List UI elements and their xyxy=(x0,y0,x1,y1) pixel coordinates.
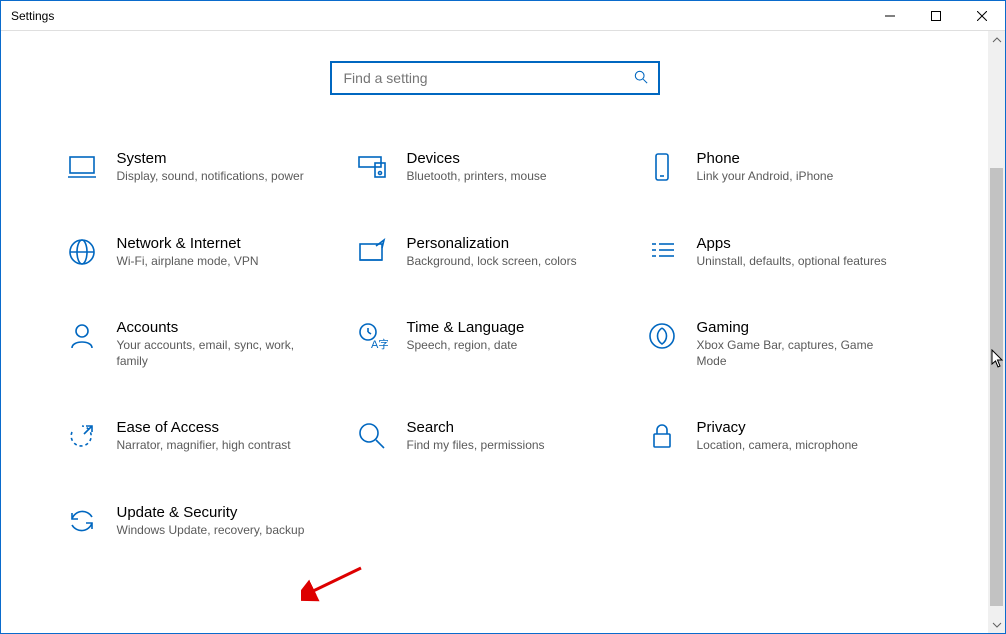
category-desc: Windows Update, recovery, backup xyxy=(117,523,305,539)
scroll-down-button[interactable] xyxy=(988,616,1005,633)
window-buttons xyxy=(867,1,1005,30)
category-title: Search xyxy=(407,419,545,436)
category-desc: Find my files, permissions xyxy=(407,438,545,454)
category-title: Privacy xyxy=(697,419,858,436)
category-desc: Display, sound, notifications, power xyxy=(117,169,304,185)
category-apps[interactable]: Apps Uninstall, defaults, optional featu… xyxy=(645,235,925,270)
category-title: Devices xyxy=(407,150,547,167)
category-devices[interactable]: Devices Bluetooth, printers, mouse xyxy=(355,150,635,185)
category-desc: Location, camera, microphone xyxy=(697,438,858,454)
category-title: System xyxy=(117,150,304,167)
personalization-icon xyxy=(355,235,389,269)
category-title: Network & Internet xyxy=(117,235,259,252)
category-desc: Bluetooth, printers, mouse xyxy=(407,169,547,185)
scroll-track[interactable] xyxy=(988,48,1005,616)
category-desc: Link your Android, iPhone xyxy=(697,169,834,185)
system-icon xyxy=(65,150,99,184)
minimize-button[interactable] xyxy=(867,1,913,30)
category-search[interactable]: Search Find my files, permissions xyxy=(355,419,635,454)
category-desc: Wi-Fi, airplane mode, VPN xyxy=(117,254,259,270)
window-title: Settings xyxy=(1,9,54,23)
accounts-icon xyxy=(65,319,99,353)
category-privacy[interactable]: Privacy Location, camera, microphone xyxy=(645,419,925,454)
category-title: Time & Language xyxy=(407,319,525,336)
update-icon xyxy=(65,504,99,538)
category-title: Apps xyxy=(697,235,887,252)
category-network[interactable]: Network & Internet Wi-Fi, airplane mode,… xyxy=(65,235,345,270)
devices-icon xyxy=(355,150,389,184)
category-gaming[interactable]: Gaming Xbox Game Bar, captures, Game Mod… xyxy=(645,319,925,369)
scroll-thumb[interactable] xyxy=(990,168,1003,606)
category-desc: Your accounts, email, sync, work, family xyxy=(117,338,317,369)
search-input[interactable] xyxy=(342,69,634,87)
lock-icon xyxy=(645,419,679,453)
scroll-up-button[interactable] xyxy=(988,31,1005,48)
category-title: Accounts xyxy=(117,319,317,336)
search-icon xyxy=(634,70,648,87)
category-title: Personalization xyxy=(407,235,577,252)
magnifier-icon xyxy=(355,419,389,453)
category-title: Phone xyxy=(697,150,834,167)
category-system[interactable]: System Display, sound, notifications, po… xyxy=(65,150,345,185)
category-desc: Uninstall, defaults, optional features xyxy=(697,254,887,270)
category-update-security[interactable]: Update & Security Windows Update, recove… xyxy=(65,504,345,539)
apps-icon xyxy=(645,235,679,269)
category-desc: Narrator, magnifier, high contrast xyxy=(117,438,291,454)
category-personalization[interactable]: Personalization Background, lock screen,… xyxy=(355,235,635,270)
time-language-icon: A字 xyxy=(355,319,389,353)
category-accounts[interactable]: Accounts Your accounts, email, sync, wor… xyxy=(65,319,345,369)
close-button[interactable] xyxy=(959,1,1005,30)
settings-window: Settings xyxy=(0,0,1006,634)
category-phone[interactable]: Phone Link your Android, iPhone xyxy=(645,150,925,185)
gaming-icon xyxy=(645,319,679,353)
svg-text:A字: A字 xyxy=(371,337,388,351)
category-desc: Xbox Game Bar, captures, Game Mode xyxy=(697,338,897,369)
category-title: Gaming xyxy=(697,319,897,336)
content-area: System Display, sound, notifications, po… xyxy=(1,31,988,633)
ease-of-access-icon xyxy=(65,419,99,453)
globe-icon xyxy=(65,235,99,269)
titlebar: Settings xyxy=(1,1,1005,31)
search-box[interactable] xyxy=(330,61,660,95)
maximize-button[interactable] xyxy=(913,1,959,30)
category-grid: System Display, sound, notifications, po… xyxy=(65,150,925,539)
category-title: Update & Security xyxy=(117,504,305,521)
vertical-scrollbar[interactable] xyxy=(988,31,1005,633)
category-desc: Background, lock screen, colors xyxy=(407,254,577,270)
phone-icon xyxy=(645,150,679,184)
category-time-language[interactable]: A字 Time & Language Speech, region, date xyxy=(355,319,635,369)
category-title: Ease of Access xyxy=(117,419,291,436)
category-desc: Speech, region, date xyxy=(407,338,525,354)
category-ease-of-access[interactable]: Ease of Access Narrator, magnifier, high… xyxy=(65,419,345,454)
